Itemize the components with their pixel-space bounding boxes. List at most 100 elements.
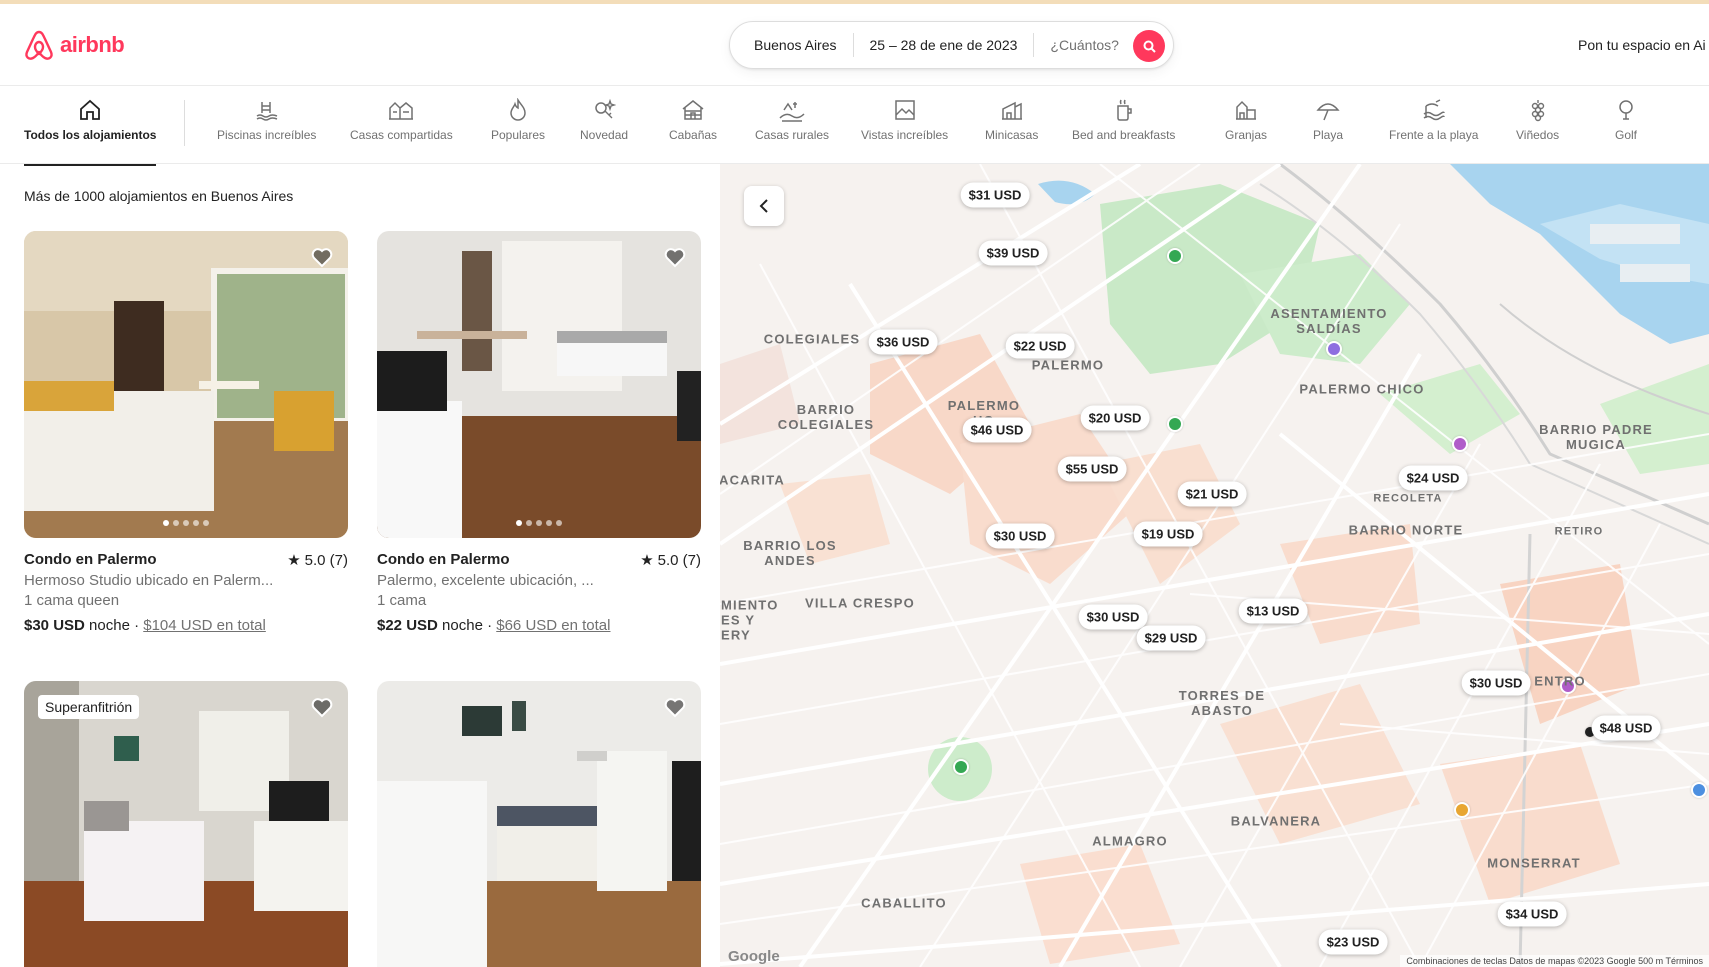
price-pin[interactable]: $30 USD — [1461, 670, 1531, 696]
category-vineyards[interactable]: Viñedos — [1516, 98, 1559, 142]
category-cabins[interactable]: Cabañas — [669, 98, 717, 142]
results-count: Más de 1000 alojamientos en Buenos Aires — [24, 188, 294, 204]
price-pin[interactable]: $34 USD — [1497, 901, 1567, 927]
heart-icon[interactable] — [310, 695, 334, 719]
listing-card[interactable]: Condo en Palermo ★ 5.0 (7) Hermoso Studio… — [24, 231, 348, 634]
price-pin[interactable]: $39 USD — [978, 240, 1048, 266]
room-photo — [377, 231, 701, 538]
price-pin[interactable]: $30 USD — [1078, 604, 1148, 630]
neighborhood-label: BARRIO COLEGIALES — [777, 402, 875, 432]
search-location[interactable]: Buenos Aires — [730, 37, 853, 53]
neighborhood-label: BARRIO LOS ANDES — [743, 538, 837, 568]
category-beach[interactable]: Playa — [1313, 98, 1343, 142]
category-popular[interactable]: Populares — [491, 98, 545, 142]
listing-card[interactable]: Superanfitrión — [24, 681, 348, 967]
category-label: Casas compartidas — [350, 128, 453, 142]
category-bnb[interactable]: Bed and breakfasts — [1072, 98, 1175, 142]
host-link[interactable]: Pon tu espacio en Ai — [1578, 37, 1706, 53]
neighborhood-label: MIENTO ES Y ERY — [721, 597, 779, 643]
category-divider — [184, 100, 185, 146]
price-pin[interactable]: $23 USD — [1318, 929, 1388, 955]
carousel-dots — [377, 520, 701, 526]
room-photo — [377, 681, 701, 967]
category-beachfront[interactable]: Frente a la playa — [1389, 98, 1478, 142]
heart-icon[interactable] — [663, 245, 687, 269]
listing-card[interactable]: Condo en Palermo ★ 5.0 (7) Palermo, excel… — [377, 231, 701, 634]
category-bar: Todos los alojamientos Piscinas increíbl… — [0, 86, 1709, 166]
category-pools[interactable]: Piscinas increíbles — [217, 98, 316, 142]
category-shared-homes[interactable]: Casas compartidas — [350, 98, 453, 142]
attraction-poi-icon[interactable] — [1454, 802, 1470, 818]
category-farms[interactable]: Granjas — [1225, 98, 1267, 142]
park-poi-icon[interactable] — [1167, 416, 1183, 432]
category-label: Frente a la playa — [1389, 128, 1479, 142]
price-pin[interactable]: $46 USD — [962, 417, 1032, 443]
shopping-poi-icon[interactable] — [1452, 436, 1468, 452]
price-per-night: $22 USD — [377, 617, 438, 634]
park-poi-icon[interactable] — [1167, 248, 1183, 264]
heart-icon[interactable] — [310, 245, 334, 269]
category-golf[interactable]: Golf — [1614, 98, 1638, 142]
map-attribution[interactable]: Combinaciones de teclas Datos de mapas ©… — [1400, 955, 1709, 967]
price-pin[interactable]: $48 USD — [1591, 715, 1661, 741]
category-label: Viñedos — [1516, 128, 1560, 142]
neighborhood-label: PALERMO — [1031, 357, 1105, 373]
price-pin[interactable]: $21 USD — [1177, 481, 1247, 507]
price-per-label: noche · — [84, 617, 144, 634]
category-label: Granjas — [1225, 128, 1268, 142]
listing-photo[interactable] — [377, 231, 701, 538]
golf-icon — [1619, 100, 1633, 120]
search-guests[interactable]: ¿Cuántos? — [1034, 37, 1134, 53]
listing-subtitle: Palermo, excelente ubicación, ... — [377, 572, 594, 589]
category-countryside[interactable]: Casas rurales — [755, 98, 829, 142]
category-tiny-homes[interactable]: Minicasas — [985, 98, 1038, 142]
price-pin[interactable]: $22 USD — [1005, 333, 1075, 359]
category-views[interactable]: Vistas increíbles — [861, 98, 948, 142]
map[interactable]: COLEGIALES PALERMO BARRIO COLEGIALES PAL… — [720, 164, 1709, 967]
airbnb-logo[interactable]: airbnb — [24, 29, 125, 61]
category-all[interactable]: Todos los alojamientos — [24, 98, 157, 166]
listing-photo[interactable] — [24, 231, 348, 538]
category-label: Novedad — [580, 128, 629, 142]
listing-card[interactable] — [377, 681, 701, 967]
collapse-map-button[interactable] — [744, 186, 784, 226]
search-dates[interactable]: 25 – 28 de ene de 2023 — [854, 37, 1034, 53]
neighborhood-label: ACARITA — [720, 472, 785, 488]
search-bar[interactable]: Buenos Aires 25 – 28 de ene de 2023 ¿Cuá… — [729, 21, 1174, 69]
breakfast-icon — [1116, 99, 1132, 121]
listing-photo[interactable] — [377, 681, 701, 967]
price-pin[interactable]: $30 USD — [985, 523, 1055, 549]
price-pin[interactable]: $13 USD — [1238, 598, 1308, 624]
star-icon: ★ — [640, 552, 654, 569]
neighborhood-label: VILLA CRESPO — [805, 595, 915, 611]
star-icon: ★ — [287, 552, 301, 569]
neighborhood-label: BALVANERA — [1230, 813, 1322, 829]
category-label: Piscinas increíbles — [217, 128, 317, 142]
price-total-link[interactable]: $104 USD en total — [143, 617, 266, 634]
price-pin[interactable]: $31 USD — [960, 182, 1030, 208]
search-button[interactable] — [1133, 30, 1165, 62]
price-total-link[interactable]: $66 USD en total — [496, 617, 610, 634]
neighborhood-label: RECOLETA — [1373, 492, 1443, 505]
price-pin[interactable]: $20 USD — [1080, 405, 1150, 431]
listing-beds: 1 cama — [377, 592, 427, 609]
listing-photo[interactable]: Superanfitrión — [24, 681, 348, 967]
price-pin[interactable]: $19 USD — [1133, 521, 1203, 547]
listing-rating: ★ 5.0 (7) — [287, 551, 348, 570]
heart-icon[interactable] — [663, 695, 687, 719]
google-logo: Google — [728, 948, 780, 965]
park-poi-icon[interactable] — [953, 759, 969, 775]
category-new[interactable]: Novedad — [580, 98, 628, 142]
price-pin[interactable]: $29 USD — [1136, 625, 1206, 651]
neighborhood-label: TORRES DE ABASTO — [1178, 688, 1266, 718]
map-tiles — [720, 164, 1709, 967]
price-pin[interactable]: $36 USD — [868, 329, 938, 355]
price-pin[interactable]: $55 USD — [1057, 456, 1127, 482]
price-pin[interactable]: $24 USD — [1398, 465, 1468, 491]
rating-value: 5.0 (7) — [657, 551, 701, 569]
neighborhood-label: PALERMO CHICO — [1299, 381, 1425, 397]
neighborhood-label: ASENTAMIENTO SALDÍAS — [1270, 306, 1388, 336]
transit-poi-icon[interactable] — [1326, 341, 1342, 357]
category-label: Vistas increíbles — [861, 128, 949, 142]
museum-poi-icon[interactable] — [1691, 782, 1707, 798]
